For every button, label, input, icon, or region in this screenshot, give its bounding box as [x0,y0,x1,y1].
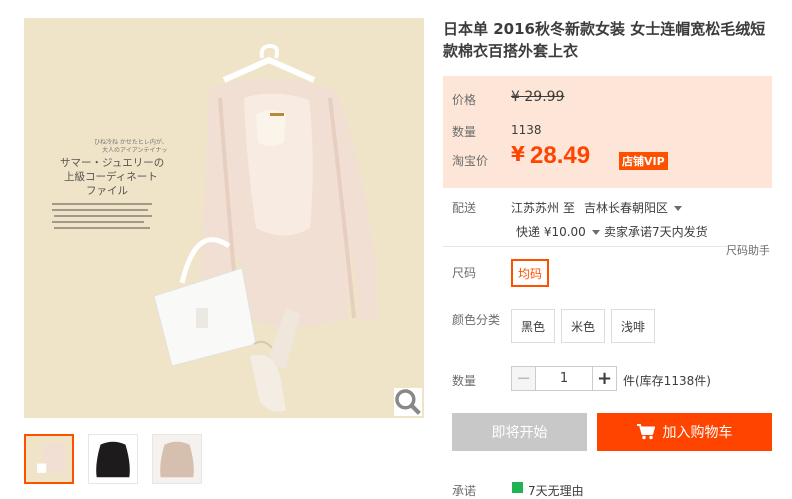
thumbnail-black-coat [89,435,137,483]
quantity-decrease-button[interactable]: − [511,366,536,391]
color-option-beige[interactable]: 米色 [561,309,605,343]
delivery-from: 江苏苏州 [511,201,560,215]
size-label: 尺码 [452,266,477,280]
promo-price-label: 淘宝价 [452,154,489,168]
promise-label: 承诺 [452,484,477,498]
add-to-cart-label: 加入购物车 [662,425,733,441]
stock-text: 件(库存1138件) [623,374,711,388]
cart-icon [636,424,655,440]
list-price: ¥ 29.99 [511,89,564,105]
shipping-promise: 卖家承诺7天内发货 [604,225,708,239]
promo-currency: ¥ [511,142,525,166]
color-option-light-brown[interactable]: 浅啡 [611,309,655,343]
magazine-headline-2: 上級コーディネート [64,170,158,183]
thumbnail-brown-coat [153,435,201,483]
thumbnail-1[interactable] [24,434,74,484]
delivery-label: 配送 [452,201,477,215]
thumbnail-beige-coat [26,436,72,482]
magazine-small-line-2: 大人のアイアンテイナッ [102,146,167,154]
magazine-small-line-1: ひね冷ね かせたヒレ内が、 [94,138,168,146]
quantity-increase-button[interactable]: + [592,366,617,391]
price-panel: 价格 ¥ 29.99 数量 1138 淘宝价 ¥ 28.49 店铺VIP [443,76,772,188]
quantity-label: 数量 [452,374,477,388]
express-fee[interactable]: 快递 ¥10.00 [516,223,600,240]
promo-price-value: 28.49 [530,142,591,169]
chevron-down-icon [591,230,600,235]
list-price-label: 价格 [452,93,477,107]
color-label: 颜色分类 [452,313,501,327]
destination-text: 吉林长春朝阳区 [584,201,669,215]
zoom-button[interactable] [394,388,422,416]
magnifier-icon [395,389,421,415]
product-photo: ひね冷ね かせたヒレ内が、 大人のアイアンテイナッ サマー・ジュエリーの 上級コ… [24,18,424,418]
list-price-currency: ¥ [511,89,520,105]
magazine-headline-1: サマー・ジュエリーの [60,157,164,169]
quantity-input[interactable]: 1 [536,366,592,391]
divider [443,246,729,247]
thumbnail-3[interactable] [152,434,202,484]
count-value: 1138 [511,123,542,137]
size-option-one-size[interactable]: 均码 [511,259,549,287]
buy-now-button[interactable]: 即将开始 [452,413,587,451]
product-main-image[interactable]: ひね冷ね かせたヒレ内が、 大人のアイアンテイナッ サマー・ジュエリーの 上級コ… [24,18,424,418]
express-fee-text: 快递 ¥10.00 [516,225,586,239]
thumbnail-2[interactable] [88,434,138,484]
count-label: 数量 [452,125,477,139]
size-helper-link[interactable]: 尺码助手 [726,242,770,258]
promise-text: 7天无理由 [528,484,584,498]
list-price-value: 29.99 [524,89,565,105]
destination-selector[interactable]: 吉林长春朝阳区 [584,199,683,216]
add-to-cart-button[interactable]: 加入购物车 [597,413,772,451]
delivery-to-word: 至 [563,201,576,215]
color-option-black[interactable]: 黑色 [511,309,555,343]
chevron-down-icon [674,206,683,211]
magazine-headline-3: ファイル [86,185,128,197]
product-title: 日本单 2016秋冬新款女装 女士连帽宽松毛绒短款棉衣百搭外套上衣 [443,20,766,60]
vip-badge: 店铺VIP [619,152,668,170]
